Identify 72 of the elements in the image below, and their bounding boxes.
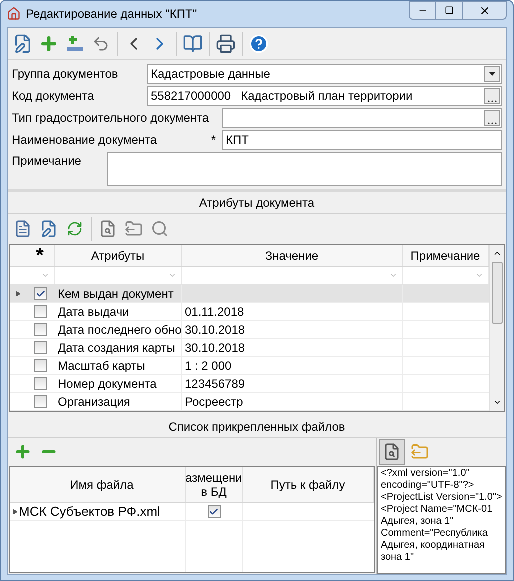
ellipsis-icon[interactable] — [484, 110, 500, 126]
input-field[interactable]: КПТ — [222, 130, 502, 150]
preview-button[interactable] — [379, 439, 405, 465]
table-cell: МСК Субъектов РФ.xml — [19, 503, 186, 520]
checkbox[interactable] — [34, 323, 47, 336]
scroll-down-icon[interactable] — [492, 398, 502, 407]
checkbox[interactable] — [34, 287, 47, 300]
checkbox[interactable] — [208, 505, 220, 518]
preview-line: Адыгея, зона 1" — [381, 516, 455, 528]
scroll-up-icon[interactable] — [492, 249, 502, 258]
close-icon — [478, 4, 490, 16]
ellipsis-icon[interactable] — [484, 88, 500, 104]
column-header[interactable]: * — [26, 245, 55, 266]
table-row[interactable]: Дата последнего обно 30.10.2018 — [10, 321, 489, 339]
checkbox[interactable] — [34, 305, 47, 318]
table-cell: Дата последнего обно — [55, 321, 182, 338]
table-cell: Кем выдан документ — [55, 285, 182, 302]
preview-line: encoding="UTF-8"?> — [381, 480, 476, 492]
column-header[interactable]: азмещени в БД — [186, 467, 243, 502]
preview-line: Comment="Республика — [381, 528, 489, 540]
table-row[interactable]: Масштаб карты 1 : 2 000 — [10, 357, 489, 375]
section-header: Список прикрепленных файлов — [8, 416, 506, 438]
scrollbar[interactable] — [489, 245, 504, 411]
column-header[interactable]: Значение — [182, 245, 403, 266]
table-cell: Масштаб карты — [55, 357, 182, 374]
close-button[interactable] — [462, 1, 507, 20]
table-row[interactable]: Организация Росреестр — [10, 393, 489, 411]
lookup-field[interactable] — [222, 108, 502, 128]
checkbox[interactable] — [34, 395, 47, 408]
table-cell: 123456789 — [182, 375, 403, 392]
preview-line: <Project Name="МСК-01 — [381, 504, 494, 516]
section-header: Атрибуты документа — [8, 192, 506, 214]
row-indicator-icon — [15, 290, 21, 296]
column-header[interactable]: Имя файла — [19, 467, 186, 502]
preview-line: Адыгея, координатная — [381, 540, 486, 552]
checkbox[interactable] — [34, 359, 47, 372]
table-cell: Организация — [55, 393, 182, 410]
table-cell: 30.10.2018 — [182, 321, 403, 338]
table-cell: 01.11.2018 — [182, 303, 403, 320]
lookup-field[interactable]: 558217000000 Кадастровый план территории — [147, 86, 502, 106]
window-title: Редактирование данных "КПТ" — [26, 6, 198, 23]
table-row[interactable]: Дата создания карты 30.10.2018 — [10, 339, 489, 357]
preview-line: <?xml version="1.0" — [381, 468, 471, 480]
field-label: Тип градостроительного документа — [12, 110, 210, 127]
preview-line: зона 1" — [381, 552, 416, 564]
preview-line: <ProjectList Version="1.0"> — [381, 492, 502, 504]
dropdown-field[interactable]: Кадастровые данные — [147, 64, 502, 84]
table-row[interactable]: Дата выдачи 01.11.2018 — [10, 303, 489, 321]
field-label: Наименование документа — [12, 132, 158, 149]
file-search-icon — [383, 443, 401, 461]
checkbox[interactable] — [34, 341, 47, 354]
table-cell: Номер документа — [55, 375, 182, 392]
checkbox[interactable] — [34, 377, 47, 390]
field-label: Примечание — [12, 153, 82, 170]
field-label: Код документа — [12, 88, 94, 105]
app-icon — [7, 7, 21, 21]
column-header[interactable]: Путь к файлу — [243, 467, 374, 502]
field-label: Группа документов — [12, 66, 118, 83]
table-row[interactable]: Номер документа 123456789 — [10, 375, 489, 393]
table-cell: 30.10.2018 — [182, 339, 403, 356]
maximize-button[interactable] — [436, 1, 462, 20]
notes-field[interactable] — [107, 152, 502, 186]
required-marker: * — [211, 132, 216, 149]
table-cell: Дата выдачи — [55, 303, 182, 320]
column-header[interactable]: Атрибуты — [55, 245, 182, 266]
table-cell: Росреестр — [182, 393, 403, 410]
row-indicator-icon — [12, 508, 18, 514]
table-row[interactable]: Кем выдан документ — [10, 285, 489, 303]
table-row[interactable]: МСК Субъектов РФ.xml — [10, 503, 374, 521]
table-cell: Дата создания карты — [55, 339, 182, 356]
table-cell: 1 : 2 000 — [182, 357, 403, 374]
maximize-icon — [444, 6, 454, 15]
